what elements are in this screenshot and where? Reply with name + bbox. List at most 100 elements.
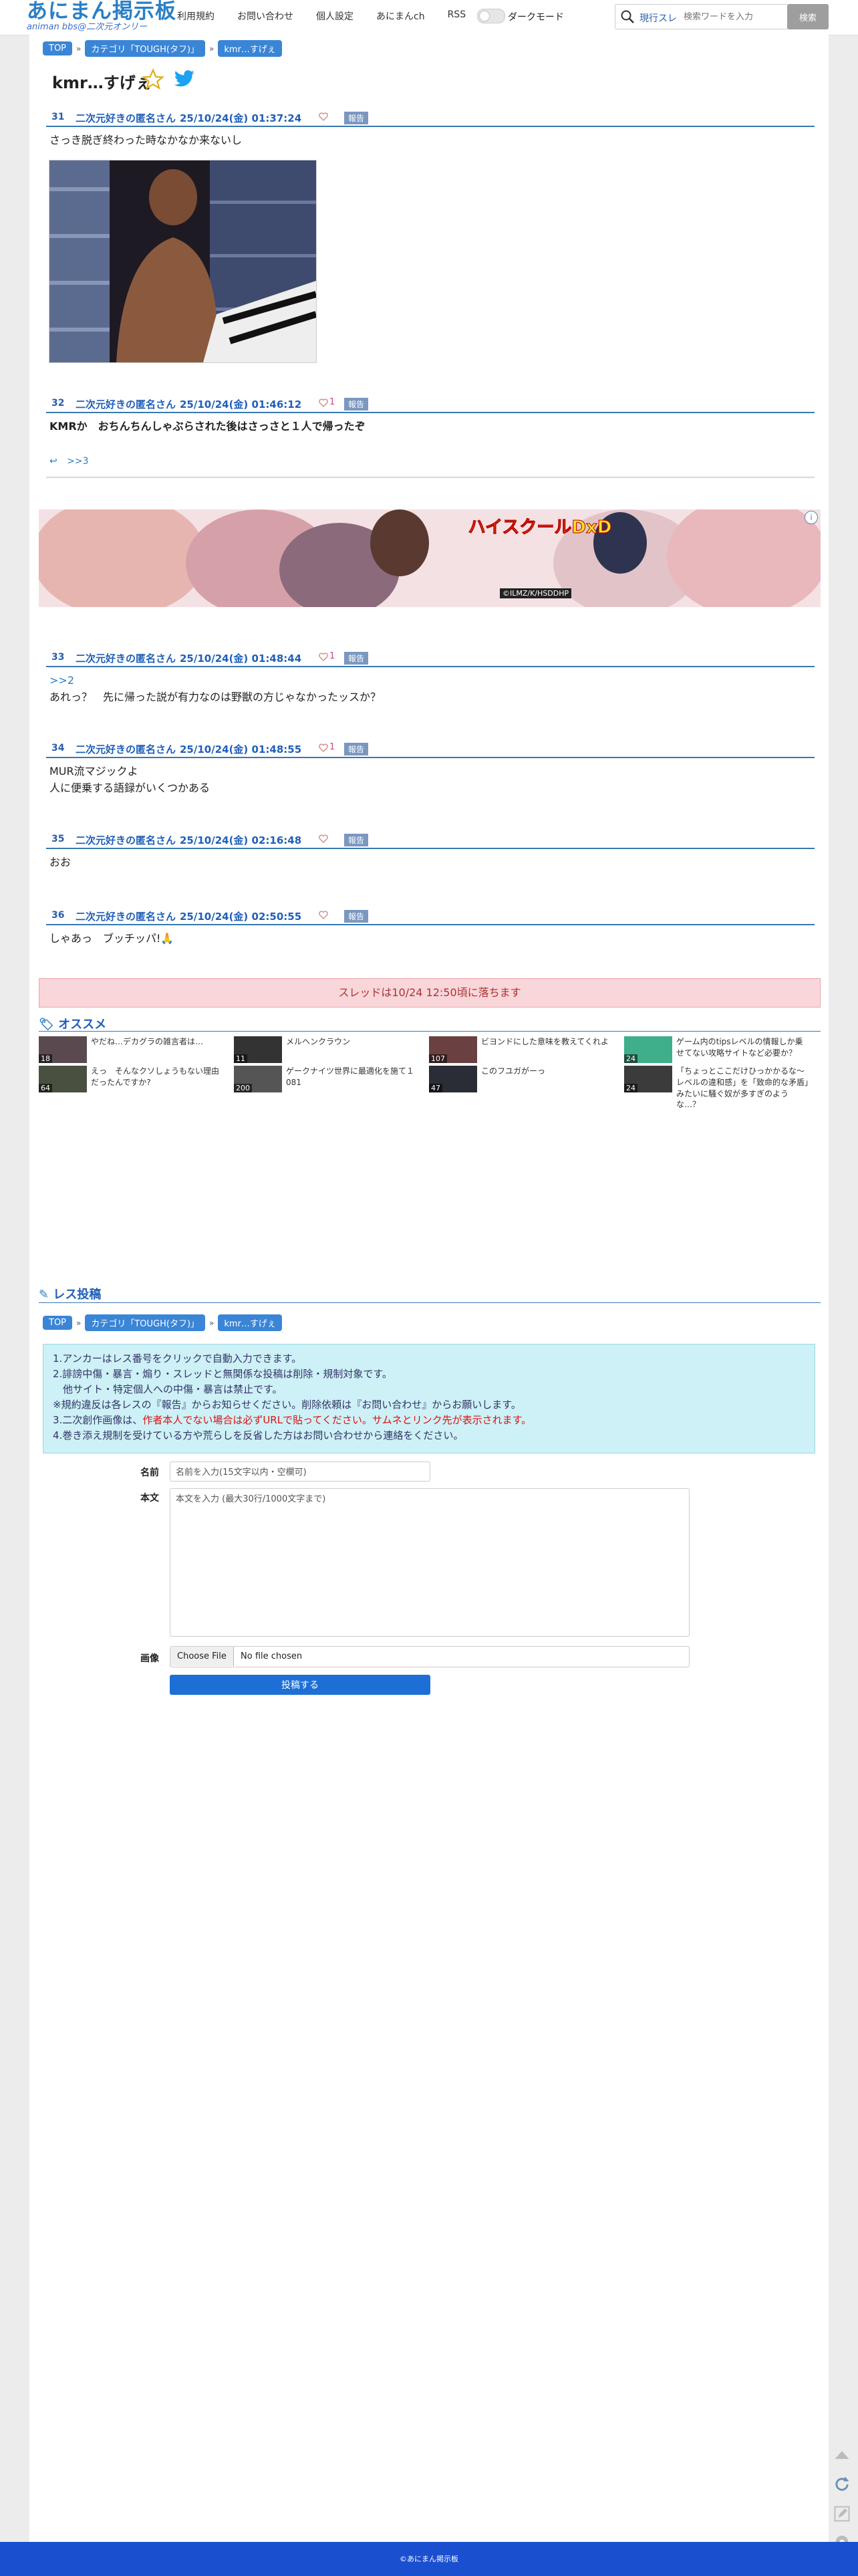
dark-mode-toggle[interactable] [477,9,505,23]
like-heart-icon[interactable] [319,911,328,919]
post-photo [49,160,316,362]
report-button[interactable]: 報告 [344,398,369,411]
recommend-thumbnail: 24 [624,1036,672,1063]
scroll-top-button[interactable] [829,2442,855,2468]
twitter-share-icon[interactable] [174,70,195,88]
nav-settings[interactable]: 個人設定 [316,9,353,23]
name-input[interactable]: 名前を入力(15文字以内・空欄可) [170,1461,430,1482]
post-31: 31 二次元好きの匿名さん 25/10/24(金) 01:37:24 報告 さっ… [46,108,815,154]
like-heart-icon[interactable] [319,834,328,843]
post-author: 二次元好きの匿名さん [76,834,176,846]
nav-terms[interactable]: 利用規約 [177,9,214,23]
report-button[interactable]: 報告 [344,834,369,846]
reload-icon [835,2476,849,2491]
choose-file-button[interactable]: Choose File [170,1647,234,1666]
post-number[interactable]: 31 [51,112,64,122]
reply-anchor-link[interactable]: >>3 [67,456,88,467]
breadcrumb-category[interactable]: カテゴリ「TOUGH(タフ)」 [85,40,206,57]
recommend-rule [39,1031,821,1032]
recommend-thumbnail: 47 [429,1066,477,1092]
body-textarea[interactable]: 本文を入力 (最大30行/1000文字まで) [170,1488,690,1637]
like-heart-icon[interactable] [319,653,328,661]
submit-button[interactable]: 投稿する [170,1675,430,1695]
recommend-thumbnail: 107 [429,1036,477,1063]
rule-prefix: 3.二次創作画像は、 [53,1414,143,1426]
post-header: 35 二次元好きの匿名さん 25/10/24(金) 02:16:48 報告 [46,830,815,849]
site-footer: ©あにまん掲示板 [0,2542,858,2576]
search-icon [621,10,634,23]
post-36: 36 二次元好きの匿名さん 25/10/24(金) 02:50:55 報告 しゃ… [46,907,815,953]
rule-line: 他サイト・特定個人への中傷・暴言は禁止です。 [53,1383,283,1395]
site-header: あにまん掲示板 animan bbs@二次元オンリー 利用規約 お問い合わせ 個… [0,0,858,35]
post-text: さっき脱ぎ終わった時なかなか来ないし [49,134,243,146]
post-anchor-link[interactable]: >>2 [49,673,811,689]
thread-title: kmr…すげぇ [52,74,152,92]
post-33: 33 二次元好きの匿名さん 25/10/24(金) 01:48:44 1 報告 … [46,649,815,711]
post-image[interactable] [49,160,317,363]
like-heart-icon[interactable] [319,112,328,121]
post-author: 二次元好きの匿名さん [76,911,176,923]
post-number[interactable]: 34 [51,743,64,753]
report-button[interactable]: 報告 [344,743,369,755]
reply-count: 200 [234,1084,252,1092]
post-text: KMRか おちんちんしゃぶらされた後はさっさと１人で帰ったぞ [49,420,366,433]
post-number[interactable]: 32 [51,398,64,408]
post-number[interactable]: 36 [51,910,64,921]
name-label: 名前 [140,1468,159,1478]
recommend-thumbnail: 11 [234,1036,282,1063]
reply-count: 24 [624,1054,637,1063]
ad-info-icon[interactable]: i [805,511,818,524]
post-text-line: MUR流マジックよ [49,765,138,778]
post-date: 25/10/24(金) 01:37:24 [180,112,302,124]
site-logo[interactable]: あにまん掲示板 animan bbs@二次元オンリー [27,0,176,32]
breadcrumb-thread[interactable]: kmr…すげぇ [218,40,282,57]
recommend-item-title: 「ちょっとここだけひっかかるな〜レベルの違和感」を「致命的な矛盾」みたいに騒ぐ奴… [676,1066,809,1110]
rule-warning: 作者本人でない場合は必ずURLで貼ってください。サムネとリンク先が表示されます。 [142,1414,532,1426]
reload-button[interactable] [829,2471,855,2498]
breadcrumb-top[interactable]: TOP [43,1316,73,1330]
like-heart-icon[interactable] [319,743,328,752]
rule-line: 3.二次創作画像は、作者本人でない場合は必ずURLで貼ってください。サムネとリン… [53,1413,805,1428]
post-date: 25/10/24(金) 02:16:48 [180,834,302,846]
post-text: あれっ？ 先に帰った説が有力なのは野獣の方じゃなかったッスか？ [49,690,382,703]
reply-count: 24 [624,1084,637,1092]
report-button[interactable]: 報告 [344,652,369,665]
post-number[interactable]: 33 [51,652,64,663]
like-heart-icon[interactable] [319,398,328,407]
logo-main: あにまん掲示板 [27,0,176,23]
divider [46,476,815,478]
like-count: 1 [329,651,335,661]
post-date: 25/10/24(金) 01:46:12 [180,398,302,411]
post-date: 25/10/24(金) 01:48:55 [180,743,302,755]
search-scope[interactable]: 現行スレ [639,11,677,25]
post-body: おお [46,849,815,876]
reply-count: 18 [39,1054,52,1063]
report-button[interactable]: 報告 [344,910,369,923]
banner-title: ハイスクールDxD [468,517,612,538]
recommend-item-title: えっ そんなクソしょうもない理由だったんですか? [91,1066,220,1087]
post-34: 34 二次元好きの匿名さん 25/10/24(金) 01:48:55 1 報告 … [46,739,815,802]
nav-rss[interactable]: RSS [448,9,466,23]
banner-art [39,509,821,607]
logo-sub: animan bbs@二次元オンリー [27,22,148,32]
search-input[interactable] [682,7,785,26]
favorite-star-icon[interactable] [142,68,164,91]
report-button[interactable]: 報告 [344,112,369,124]
rule-line: ※規約違反は各レスの『報告』からお知らせください。削除依頼は『お問い合わせ』から… [53,1399,521,1411]
breadcrumb-top[interactable]: TOP [43,41,73,55]
search-button[interactable]: 検索 [787,4,829,29]
post-32: 32 二次元好きの匿名さん 25/10/24(金) 01:46:12 1 報告 … [46,394,815,441]
top-nav: 利用規約 お問い合わせ 個人設定 あにまんch RSS [177,9,488,23]
post-number[interactable]: 35 [51,834,64,844]
breadcrumb-thread[interactable]: kmr…すげぇ [218,1314,282,1331]
breadcrumb-category[interactable]: カテゴリ「TOUGH(タフ)」 [85,1314,206,1331]
recommend-thumbnail: 24 [624,1066,672,1092]
nav-contact[interactable]: お問い合わせ [237,9,293,23]
nav-animanch[interactable]: あにまんch [376,9,425,23]
post-header: 33 二次元好きの匿名さん 25/10/24(金) 01:48:44 1 報告 [46,649,815,667]
compose-button[interactable] [829,2500,855,2527]
ad-banner[interactable]: ハイスクールDxD ©ILMZ/K/HSDDHP i [39,509,821,607]
image-file-input[interactable]: Choose File No file chosen [170,1646,690,1667]
recommend-title: 🏷 オススメ [39,1015,106,1032]
post-text: おお [49,856,72,868]
